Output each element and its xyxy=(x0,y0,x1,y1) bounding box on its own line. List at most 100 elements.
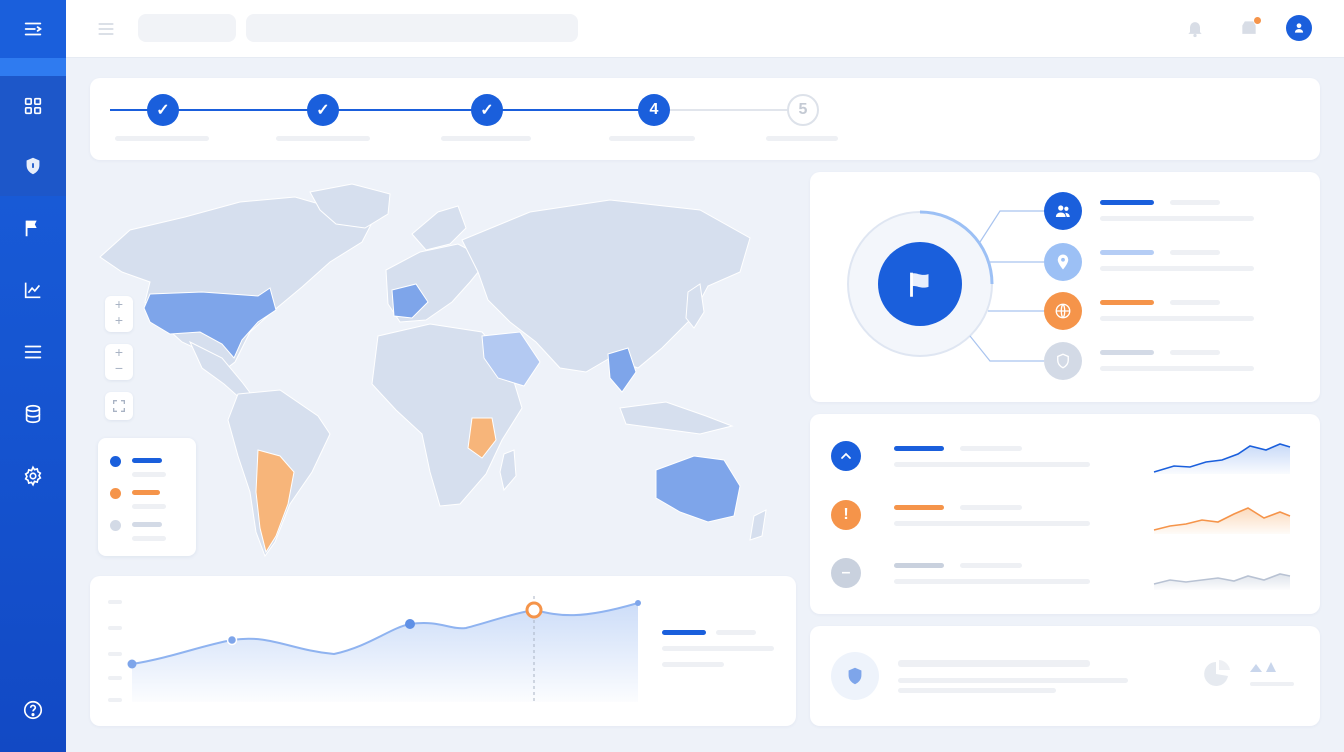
fullscreen-icon xyxy=(113,400,125,412)
zoom-out-faded: + xyxy=(114,312,124,328)
step-3[interactable]: ✓ xyxy=(471,94,503,126)
trend-point-highlight xyxy=(525,601,543,619)
legend-dot-gray xyxy=(110,520,121,531)
globe-icon xyxy=(1055,303,1071,319)
status-sparklines xyxy=(1153,443,1291,590)
hub-center[interactable] xyxy=(878,242,962,326)
step-2[interactable]: ✓ xyxy=(307,94,339,126)
status-card: ! – xyxy=(810,414,1320,614)
step-5-label xyxy=(766,136,838,141)
shield-icon xyxy=(26,157,40,175)
legend-sub-orange xyxy=(132,504,166,509)
map-legend xyxy=(98,438,196,556)
step-4[interactable]: 4 xyxy=(638,94,670,126)
chart-legend-value xyxy=(716,630,756,635)
sidebar-item-security[interactable] xyxy=(0,144,66,188)
step-1-label xyxy=(115,136,209,141)
sidebar-item-flags[interactable] xyxy=(0,206,66,250)
chart-legend-label xyxy=(662,630,706,635)
sidebar-menu-button[interactable] xyxy=(0,0,66,58)
map-region-new-zealand xyxy=(749,509,767,541)
hub-node-globe-desc xyxy=(1100,316,1254,321)
sidebar-highlight-strip xyxy=(0,58,66,76)
sidebar-item-analytics[interactable] xyxy=(0,268,66,312)
map-region-indonesia xyxy=(619,401,734,435)
step-1[interactable]: ✓ xyxy=(147,94,179,126)
check-icon: ✓ xyxy=(480,102,494,119)
sidebar-item-dashboard[interactable] xyxy=(0,84,66,128)
step-3-label xyxy=(441,136,531,141)
sidebar-item-list[interactable] xyxy=(0,330,66,374)
hub-card xyxy=(810,172,1320,402)
chart-legend-sub-2 xyxy=(662,662,724,667)
hub-node-users[interactable] xyxy=(1044,192,1082,230)
flag-icon xyxy=(910,272,929,297)
hub-node-location-value xyxy=(1170,250,1220,255)
legend-label-gray xyxy=(132,522,162,527)
breadcrumb-placeholder xyxy=(138,14,236,42)
location-pin-icon xyxy=(1057,254,1069,270)
help-icon xyxy=(23,700,43,720)
search-placeholder[interactable] xyxy=(246,14,578,42)
menu-icon[interactable] xyxy=(96,19,116,39)
legend-sub-blue xyxy=(132,472,166,477)
trend-area-fill xyxy=(132,603,638,702)
hub-node-users-value xyxy=(1170,200,1220,205)
zoom-in-faded: + xyxy=(114,296,124,312)
user-icon xyxy=(1294,23,1304,33)
list-icon xyxy=(24,345,42,359)
hub-node-globe-title xyxy=(1100,300,1154,305)
hub-node-shield-value xyxy=(1170,350,1220,355)
mini-mountain-chart xyxy=(1250,662,1276,672)
database-icon xyxy=(25,404,41,424)
map-region-madagascar xyxy=(499,449,517,492)
map-zoom-controls: + − xyxy=(105,344,133,380)
step-5[interactable]: 5 xyxy=(787,94,819,126)
hub-node-shield-title xyxy=(1100,350,1154,355)
sparkline-3-fill xyxy=(1154,574,1290,590)
sidebar xyxy=(0,0,66,752)
trend-point-3 xyxy=(405,619,415,629)
sidebar-item-settings[interactable] xyxy=(0,454,66,498)
hub-node-globe[interactable] xyxy=(1044,292,1082,330)
hub-node-location-title xyxy=(1100,250,1154,255)
line-chart-icon xyxy=(24,282,41,299)
hamburger-menu-icon xyxy=(24,22,42,36)
stepper-card: ✓ ✓ ✓ 4 5 xyxy=(90,78,1320,160)
mini-chart-label xyxy=(1250,682,1294,686)
notification-badge xyxy=(1254,17,1261,24)
chart-legend-sub-1 xyxy=(662,646,774,651)
shield-icon xyxy=(1057,353,1069,369)
map-region-australia xyxy=(655,455,741,523)
sidebar-item-database[interactable] xyxy=(0,392,66,436)
check-icon: ✓ xyxy=(156,102,170,119)
security-summary-mini-charts xyxy=(1204,660,1294,686)
sidebar-item-help[interactable] xyxy=(0,688,66,732)
legend-label-orange xyxy=(132,490,160,495)
users-icon xyxy=(1055,205,1070,217)
flag-icon xyxy=(25,220,37,237)
security-summary-card xyxy=(810,626,1320,726)
hub-node-location-desc xyxy=(1100,266,1254,271)
stepper-remaining-line xyxy=(654,109,802,111)
sparkline-2-fill xyxy=(1154,508,1290,534)
zoom-out-button[interactable]: − xyxy=(105,360,133,376)
trend-area-chart[interactable] xyxy=(90,576,796,726)
trend-point-1 xyxy=(127,659,137,669)
map-region-argentina xyxy=(255,449,295,554)
step-2-label xyxy=(276,136,370,141)
top-bar xyxy=(66,0,1344,58)
user-avatar[interactable] xyxy=(1286,15,1312,41)
hub-node-location[interactable] xyxy=(1044,243,1082,281)
stepper-progress-line xyxy=(110,109,654,111)
hub-node-globe-value xyxy=(1170,300,1220,305)
fullscreen-button[interactable] xyxy=(105,392,133,420)
map-region-scandinavia xyxy=(411,205,467,251)
hub-node-users-title xyxy=(1100,200,1154,205)
legend-sub-gray xyxy=(132,536,166,541)
dashboard-grid-icon xyxy=(24,97,42,115)
zoom-in-button[interactable]: + xyxy=(105,344,133,360)
hub-node-shield[interactable] xyxy=(1044,342,1082,380)
notifications-button[interactable] xyxy=(1184,17,1206,39)
legend-dot-orange xyxy=(110,488,121,499)
